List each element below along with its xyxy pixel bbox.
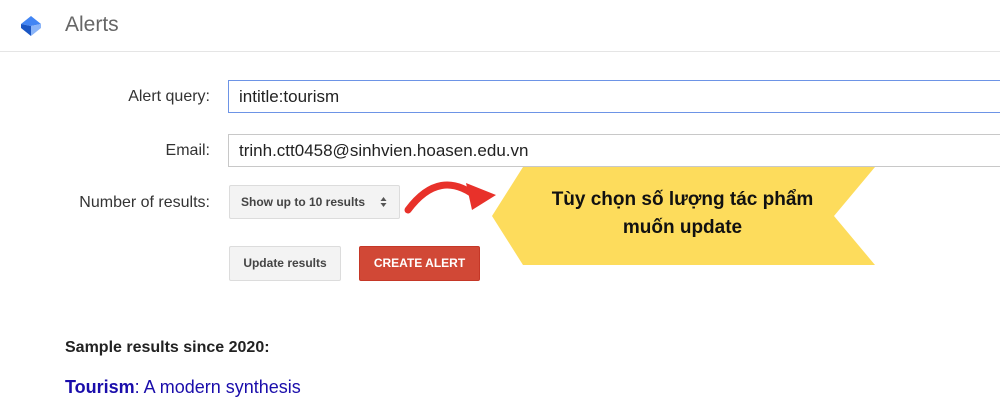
number-of-results-select[interactable]: Show up to 10 results xyxy=(229,185,400,219)
email-label: Email: xyxy=(165,142,210,159)
select-arrows-icon xyxy=(380,197,387,207)
result-highlight: Tourism xyxy=(65,377,135,397)
results-selected-value: Show up to 10 results xyxy=(241,195,366,209)
number-of-results-label: Number of results: xyxy=(79,194,210,211)
callout-line-2: muốn update xyxy=(622,217,743,238)
callout-text: Tùy chọn số lượng tác phẩm muốn update xyxy=(520,186,845,242)
update-results-button[interactable]: Update results xyxy=(229,246,341,281)
alert-query-input[interactable] xyxy=(228,80,1000,113)
app-title: Alerts xyxy=(65,13,119,36)
alert-query-label: Alert query: xyxy=(128,88,210,105)
red-arrowhead xyxy=(466,183,496,210)
sample-result-link[interactable]: Tourism: A modern synthesis xyxy=(65,377,301,398)
callout-line-1: Tùy chọn số lượng tác phẩm xyxy=(551,189,814,210)
result-title-rest: : A modern synthesis xyxy=(134,377,301,397)
email-input[interactable] xyxy=(228,134,1000,167)
alerts-logo-icon[interactable] xyxy=(19,14,43,38)
top-bar: Alerts xyxy=(0,0,1000,52)
sample-results-heading: Sample results since 2020: xyxy=(65,339,270,356)
